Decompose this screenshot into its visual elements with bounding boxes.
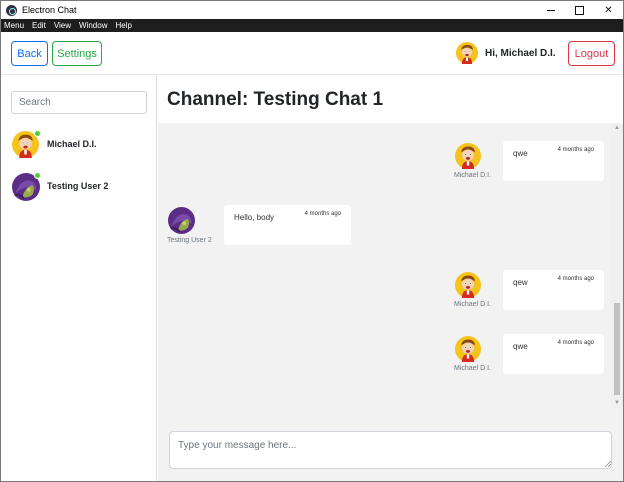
menu-bar: Menu Edit View Window Help bbox=[1, 19, 623, 32]
message-list: Michael D.I. qwe 4 months ago Testing Us… bbox=[158, 123, 623, 405]
message-bubble: qew 4 months ago bbox=[503, 270, 604, 310]
message-time: 4 months ago bbox=[557, 276, 594, 282]
sidebar-user-michael[interactable]: Michael D.I. bbox=[1, 127, 156, 163]
maximize-button[interactable] bbox=[565, 1, 594, 19]
electron-app-icon bbox=[6, 4, 17, 16]
minimize-button[interactable] bbox=[536, 1, 565, 19]
channel-title: Channel: Testing Chat 1 bbox=[158, 75, 623, 123]
close-button[interactable]: ✕ bbox=[594, 1, 623, 19]
message-time: 4 months ago bbox=[557, 340, 594, 346]
message-text: qwe bbox=[513, 149, 528, 158]
message-sender: Michael D.I. bbox=[454, 172, 491, 179]
message-time: 4 months ago bbox=[304, 211, 341, 217]
title-bar: Electron Chat ✕ bbox=[1, 1, 623, 19]
message-sender: Testing User 2 bbox=[167, 237, 212, 244]
sender-avatar-icon bbox=[455, 143, 481, 169]
chat-main: Channel: Testing Chat 1 Michael D.I. qwe… bbox=[158, 75, 623, 481]
scroll-down-icon[interactable]: ▼ bbox=[611, 398, 623, 408]
app-content: Back Settings Hi, Michael D.I. Logout Mi… bbox=[1, 32, 623, 481]
scroll-up-icon[interactable]: ▲ bbox=[611, 123, 623, 133]
menu-item-menu[interactable]: Menu bbox=[4, 21, 24, 30]
scrollbar-thumb[interactable] bbox=[614, 303, 620, 395]
online-status-icon bbox=[34, 130, 41, 137]
window-controls: ✕ bbox=[536, 1, 623, 19]
menu-item-window[interactable]: Window bbox=[79, 21, 107, 30]
app-header: Back Settings Hi, Michael D.I. Logout bbox=[1, 32, 623, 75]
message-bubble: qwe 4 months ago bbox=[503, 141, 604, 181]
message-scrollbar[interactable]: ▲ ▼ bbox=[611, 123, 623, 408]
message-text: qwe bbox=[513, 342, 528, 351]
message-bubble: qwe 4 months ago bbox=[503, 334, 604, 374]
message-sender: Michael D.I. bbox=[454, 301, 491, 308]
menu-item-help[interactable]: Help bbox=[115, 21, 131, 30]
message-time: 4 months ago bbox=[557, 147, 594, 153]
user-greeting: Hi, Michael D.I. bbox=[485, 48, 556, 59]
sidebar-user-name: Michael D.I. bbox=[47, 139, 97, 149]
message-sender: Michael D.I. bbox=[454, 365, 491, 372]
menu-item-view[interactable]: View bbox=[54, 21, 71, 30]
resize-grip-icon[interactable] bbox=[604, 460, 611, 467]
user-avatar-icon bbox=[456, 42, 478, 64]
app-window: Electron Chat ✕ Menu Edit View Window He… bbox=[0, 0, 624, 482]
message-bubble: Hello, body 4 months ago bbox=[224, 205, 351, 245]
sender-avatar-icon bbox=[455, 336, 481, 362]
message-text: qew bbox=[513, 278, 528, 287]
sender-avatar-icon bbox=[168, 207, 195, 234]
logout-button[interactable]: Logout bbox=[568, 41, 615, 66]
message-text: Hello, body bbox=[234, 213, 275, 222]
sidebar: Michael D.I. Testing User 2 bbox=[1, 75, 157, 481]
online-status-icon bbox=[34, 172, 41, 179]
back-button[interactable]: Back bbox=[11, 41, 48, 66]
sidebar-user-testing-user-2[interactable]: Testing User 2 bbox=[1, 169, 156, 205]
search-input[interactable] bbox=[11, 91, 147, 114]
message-input[interactable] bbox=[169, 431, 612, 469]
settings-button[interactable]: Settings bbox=[52, 41, 102, 66]
sender-avatar-icon bbox=[455, 272, 481, 298]
menu-item-edit[interactable]: Edit bbox=[32, 21, 46, 30]
sidebar-user-name: Testing User 2 bbox=[47, 181, 109, 191]
window-title: Electron Chat bbox=[22, 5, 77, 15]
